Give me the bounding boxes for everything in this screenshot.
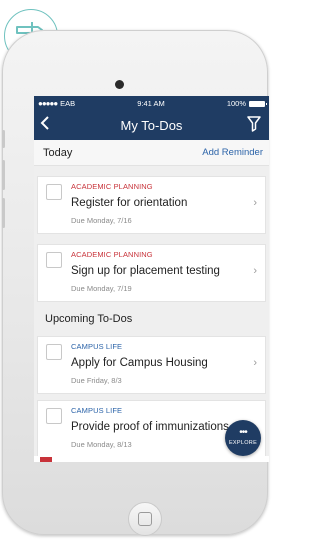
- chevron-right-icon: ›: [253, 265, 257, 277]
- todo-category: CAMPUS LIFE: [71, 342, 123, 351]
- back-chevron-icon[interactable]: [40, 115, 50, 136]
- today-header: Today Add Reminder: [34, 140, 269, 166]
- mute-switch: [2, 130, 5, 148]
- next-card-peek: [34, 456, 269, 462]
- filter-icon[interactable]: [247, 116, 261, 137]
- volume-down-button: [2, 198, 5, 228]
- volume-up-button: [2, 160, 5, 190]
- explore-button[interactable]: ••• EXPLORE: [225, 420, 261, 456]
- todo-checkbox[interactable]: [46, 344, 62, 360]
- battery-status: 100%: [226, 98, 267, 108]
- todo-title: Apply for Campus Housing: [71, 357, 208, 369]
- add-reminder-link[interactable]: Add Reminder: [202, 147, 263, 158]
- battery-icon: [249, 100, 267, 107]
- todo-checkbox[interactable]: [46, 252, 62, 268]
- home-button[interactable]: [128, 502, 162, 536]
- upcoming-heading: Upcoming To-Dos: [34, 302, 269, 330]
- todo-card[interactable]: CAMPUS LIFE Apply for Campus Housing Due…: [37, 336, 266, 394]
- more-dots-icon: •••: [239, 427, 248, 438]
- battery-percent: 100%: [226, 98, 246, 108]
- page-title: My To-Dos: [120, 117, 183, 133]
- todo-due-date: Due Monday, 7/19: [71, 284, 132, 293]
- camera-dot: [115, 80, 124, 89]
- todo-checkbox[interactable]: [46, 184, 62, 200]
- nav-bar: My To-Dos: [34, 110, 269, 140]
- chevron-right-icon: ›: [253, 197, 257, 209]
- status-bar: ●●●●● EAB 9:41 AM 100%: [34, 96, 269, 110]
- chevron-right-icon: ›: [253, 357, 257, 369]
- home-square-icon: [138, 512, 152, 526]
- todo-category: CAMPUS LIFE: [71, 406, 123, 415]
- app-screen: ●●●●● EAB 9:41 AM 100% My To-Dos Today A…: [34, 96, 269, 462]
- todo-card[interactable]: ACADEMIC PLANNING Sign up for placement …: [37, 244, 266, 302]
- carrier-label: EAB: [60, 98, 76, 108]
- todo-checkbox[interactable]: [46, 408, 62, 424]
- todo-category: ACADEMIC PLANNING: [71, 250, 153, 259]
- today-heading: Today: [43, 146, 73, 159]
- todo-due-date: Due Friday, 8/3: [71, 376, 122, 385]
- todo-due-date: Due Monday, 8/13: [71, 440, 132, 449]
- signal-icon: ●●●●●: [38, 98, 58, 108]
- todo-due-date: Due Monday, 7/16: [71, 216, 132, 225]
- explore-label: EXPLORE: [228, 440, 258, 446]
- clock: 9:41 AM: [137, 98, 165, 108]
- todo-card[interactable]: ACADEMIC PLANNING Register for orientati…: [37, 176, 266, 234]
- todo-category: ACADEMIC PLANNING: [71, 182, 153, 191]
- category-badge: [40, 457, 52, 462]
- todo-title: Register for orientation: [71, 197, 188, 209]
- todo-title: Provide proof of immunizations: [71, 421, 229, 433]
- todo-title: Sign up for placement testing: [71, 265, 220, 277]
